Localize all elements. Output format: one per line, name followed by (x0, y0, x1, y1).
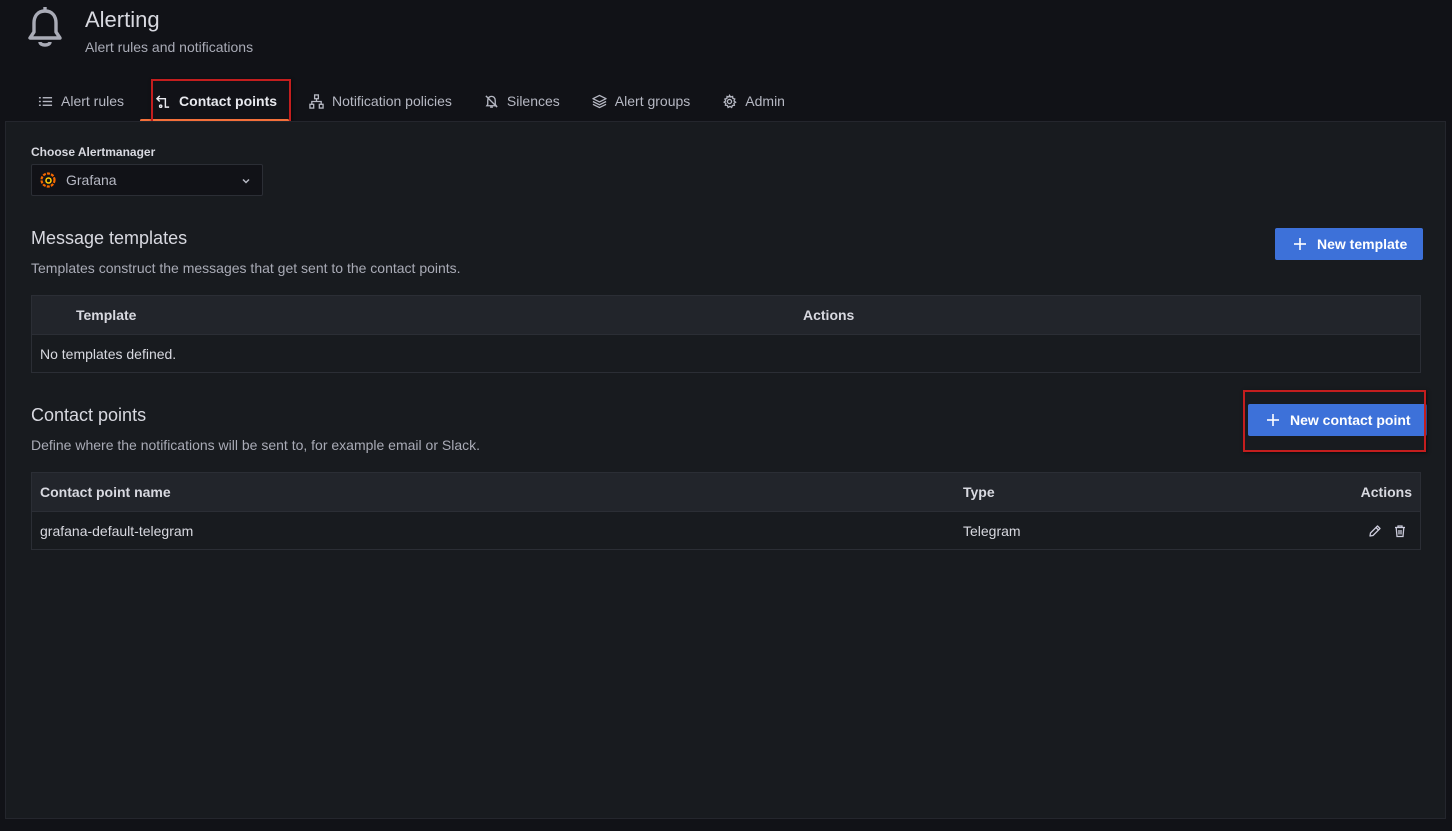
column-header-name: Contact point name (40, 484, 171, 500)
bell-slash-icon (485, 94, 498, 108)
templates-description: Templates construct the messages that ge… (31, 260, 461, 276)
new-template-label: New template (1317, 236, 1408, 252)
cog-icon (723, 93, 737, 108)
alertmanager-select[interactable]: Grafana (31, 164, 263, 196)
alertmanager-label: Choose Alertmanager (31, 145, 156, 159)
templates-empty-message: No templates defined. (40, 345, 177, 362)
tab-label: Alert rules (61, 93, 125, 109)
table-row: grafana-default-telegram Telegram (32, 511, 1420, 549)
grafana-logo-icon (40, 172, 56, 188)
tab-label: Silences (506, 93, 560, 109)
contact-point-name: grafana-default-telegram (40, 522, 194, 539)
contact-points-icon (156, 94, 170, 108)
list-icon (38, 96, 53, 106)
column-header-template: Template (76, 307, 137, 323)
column-header-actions: Actions (1360, 484, 1412, 500)
new-template-button[interactable]: New template (1275, 228, 1424, 260)
plus-icon (1294, 238, 1306, 250)
contact-points-table: Contact point name Type Actions grafana-… (31, 472, 1421, 550)
contact-point-type: Telegram (963, 522, 1021, 539)
tab-contact-points[interactable]: Contact points (140, 82, 290, 122)
sitemap-icon (309, 93, 324, 109)
bell-icon (28, 7, 62, 47)
chevron-down-icon (242, 178, 250, 184)
column-header-actions: Actions (803, 307, 855, 323)
templates-empty-row: No templates defined. (32, 334, 1420, 372)
templates-table: Template Actions No templates defined. (31, 295, 1421, 373)
templates-table-header: Template Actions (32, 296, 1420, 334)
page-header: Alerting Alert rules and notifications (26, 4, 253, 55)
contact-points-description: Define where the notifications will be s… (31, 437, 480, 453)
tab-alert-groups[interactable]: Alert groups (584, 82, 698, 120)
trash-icon[interactable] (1393, 524, 1407, 538)
main-panel: Choose Alertmanager Grafana Message temp… (5, 121, 1446, 819)
contact-points-title: Contact points (31, 405, 147, 425)
tab-bar: Alert rules Contact points Notification … (30, 82, 809, 122)
alertmanager-selected-value: Grafana (66, 172, 117, 188)
page-title: Alerting (85, 7, 160, 32)
templates-title: Message templates (31, 228, 188, 248)
new-contact-point-label: New contact point (1290, 412, 1411, 428)
tab-notification-policies[interactable]: Notification policies (301, 82, 460, 120)
tab-label: Admin (745, 93, 785, 109)
tab-label: Contact points (179, 93, 278, 109)
contact-points-table-header: Contact point name Type Actions (32, 473, 1420, 511)
page-subtitle: Alert rules and notifications (85, 39, 254, 55)
tab-label: Notification policies (332, 93, 452, 109)
new-contact-point-button[interactable]: New contact point (1248, 404, 1427, 436)
plus-icon (1267, 414, 1279, 426)
layers-icon (592, 94, 607, 108)
pen-icon[interactable] (1368, 524, 1382, 538)
tab-label: Alert groups (614, 93, 691, 109)
column-header-type: Type (963, 484, 995, 500)
tab-alert-rules[interactable]: Alert rules (30, 82, 132, 120)
tab-silences[interactable]: Silences (476, 82, 568, 120)
tab-admin[interactable]: Admin (714, 82, 793, 120)
